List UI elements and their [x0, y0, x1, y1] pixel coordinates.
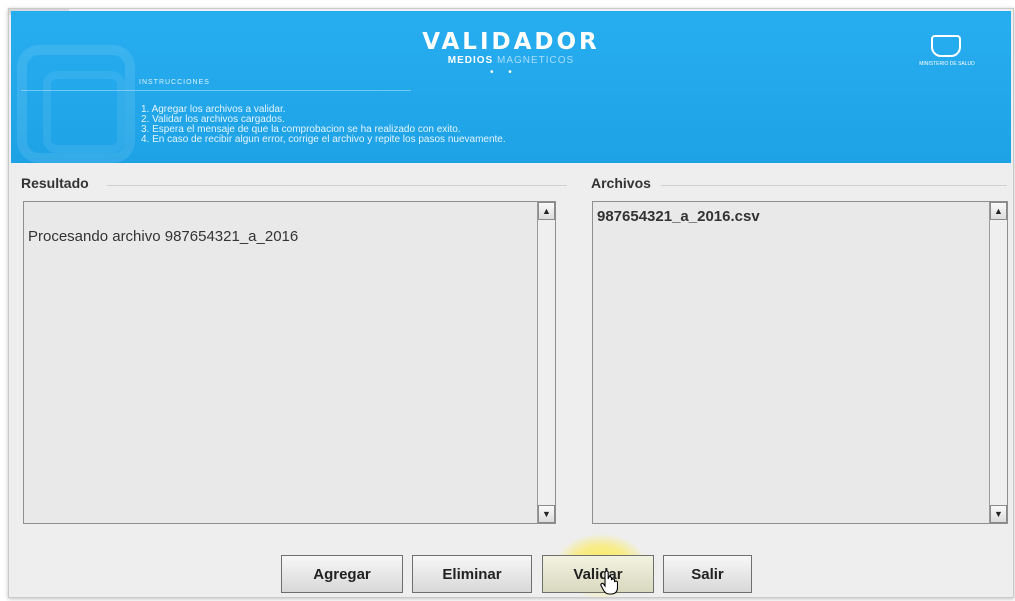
eliminar-button[interactable]: Eliminar — [412, 555, 532, 593]
app-subtitle: MEDIOS MAGNETICOS — [11, 55, 1011, 66]
scroll-up-arrow-icon[interactable]: ▲ — [990, 202, 1007, 220]
resultado-group-line — [107, 185, 567, 186]
archivos-scrollbar[interactable]: ▲ ▼ — [989, 202, 1007, 523]
validar-button[interactable]: Validar — [542, 555, 654, 593]
archivos-group-line — [661, 185, 1007, 186]
instruction-item: 4. En caso de recibir algun error, corri… — [141, 134, 506, 145]
resultado-textarea[interactable]: Procesando archivo 987654321_a_2016 ▲ ▼ — [23, 201, 556, 524]
list-item[interactable]: 987654321_a_2016.csv — [597, 208, 760, 225]
instructions-title: INSTRUCCIONES — [139, 79, 210, 86]
resultado-label: Resultado — [21, 175, 89, 191]
salir-button[interactable]: Salir — [663, 555, 752, 593]
ministry-logo-icon — [931, 35, 961, 57]
archivos-label: Archivos — [591, 175, 651, 191]
archivos-list[interactable]: 987654321_a_2016.csv ▲ ▼ — [592, 201, 1008, 524]
header-banner: VALIDADOR MEDIOS MAGNETICOS • • MINISTER… — [11, 11, 1011, 163]
title-dots: • • — [490, 67, 518, 78]
logo-text: MINISTERIO DE SALUD — [919, 61, 975, 67]
archivos-content: 987654321_a_2016.csv — [593, 202, 989, 523]
resultado-text: Procesando archivo 987654321_a_2016 — [28, 228, 299, 245]
scroll-down-arrow-icon[interactable]: ▼ — [990, 505, 1007, 523]
resultado-content: Procesando archivo 987654321_a_2016 — [24, 202, 537, 523]
mouse-cursor-icon — [600, 570, 618, 595]
app-title: VALIDADOR — [422, 29, 600, 55]
instructions-list: 1. Agregar los archivos a validar. 2. Va… — [141, 105, 506, 145]
agregar-button[interactable]: Agregar — [281, 555, 403, 593]
banner-divider — [21, 90, 411, 91]
subtitle-bold: MEDIOS — [447, 55, 494, 66]
app-window: VALIDADOR MEDIOS MAGNETICOS • • MINISTER… — [8, 8, 1014, 598]
scroll-down-arrow-icon[interactable]: ▼ — [538, 505, 555, 523]
resultado-scrollbar[interactable]: ▲ ▼ — [537, 202, 555, 523]
subtitle-soft: MAGNETICOS — [497, 55, 575, 66]
scroll-up-arrow-icon[interactable]: ▲ — [538, 202, 555, 220]
